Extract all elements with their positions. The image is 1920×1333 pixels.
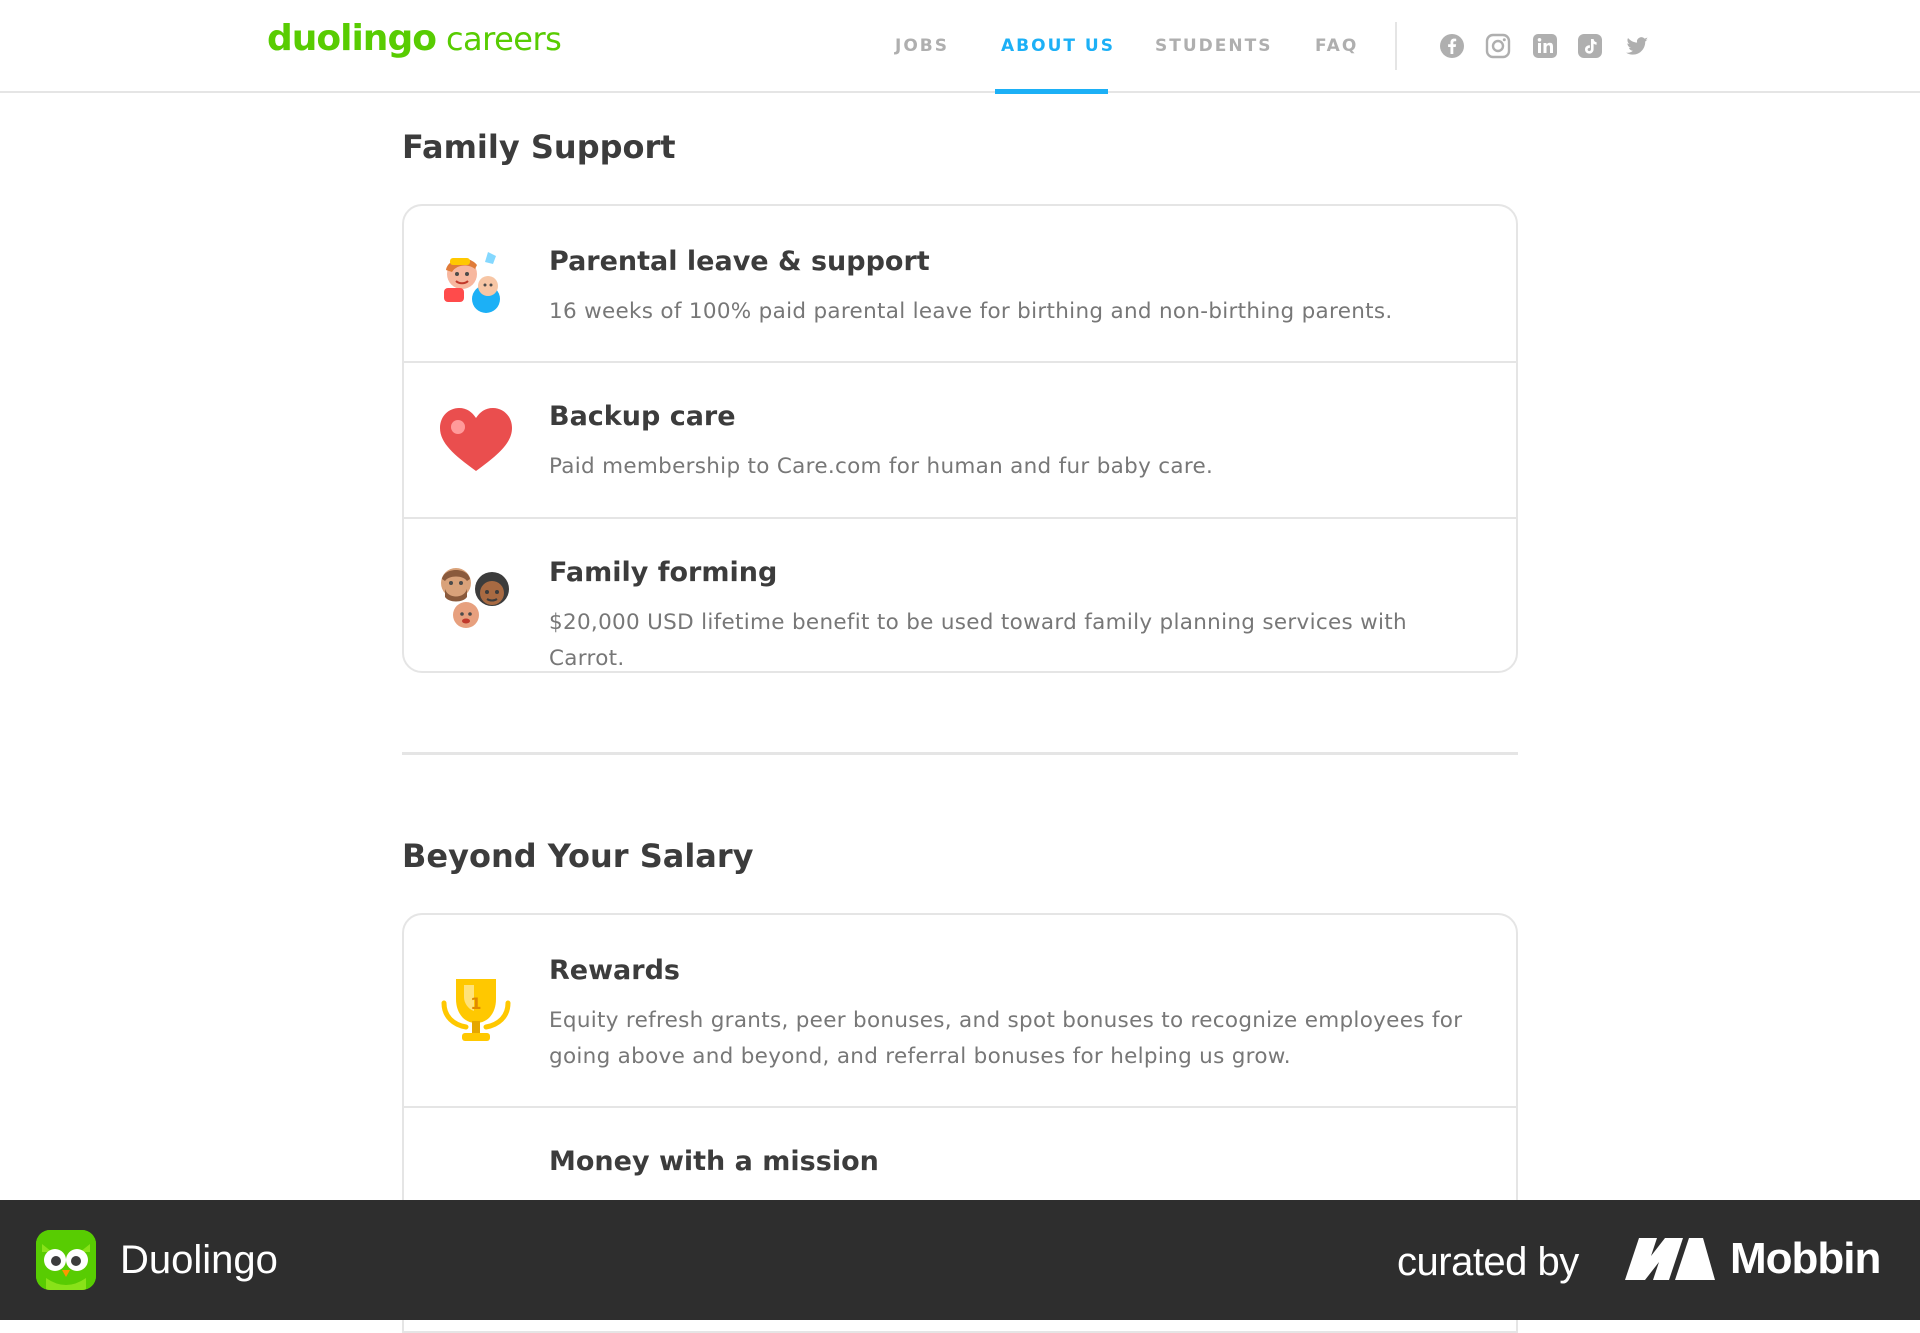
section-divider — [402, 752, 1518, 755]
benefit-title: Parental leave & support — [549, 246, 930, 277]
duolingo-careers-logo[interactable]: duolingo careers — [267, 18, 562, 68]
benefit-description: 16 weeks of 100% paid parental leave for… — [549, 299, 1393, 324]
instagram-icon[interactable] — [1485, 33, 1511, 59]
mobbin-footer-banner: Duolingo curated by Mobbin — [0, 1200, 1920, 1320]
section-title-family-support: Family Support — [402, 128, 676, 166]
twitter-icon[interactable] — [1624, 33, 1650, 59]
benefit-row-rewards: 1 Rewards Equity refresh grants, peer bo… — [404, 915, 1516, 1108]
benefit-title: Backup care — [549, 401, 736, 432]
footer-app-name: Duolingo — [120, 1238, 278, 1282]
benefit-title: Family forming — [549, 557, 778, 588]
benefit-description: Paid membership to Care.com for human an… — [549, 454, 1214, 479]
logo-wordmark: duolingo — [267, 18, 437, 59]
top-navigation-bar: duolingo careers JOBS ABOUT US STUDENTS … — [0, 0, 1920, 94]
benefit-description: Equity refresh grants, peer bonuses, and… — [549, 1008, 1463, 1069]
benefit-row-parental-leave: Parental leave & support 16 weeks of 100… — [404, 206, 1516, 363]
family-with-baby-icon — [436, 244, 516, 324]
nav-jobs[interactable]: JOBS — [895, 36, 949, 56]
logo-careers-label: careers — [445, 20, 562, 58]
svg-text:1: 1 — [470, 994, 481, 1013]
mobbin-logo-icon — [1625, 1238, 1715, 1280]
heart-icon — [436, 401, 516, 481]
benefit-description: $20,000 USD lifetime benefit to be used … — [549, 610, 1407, 671]
nav-faq[interactable]: FAQ — [1315, 36, 1358, 56]
benefit-title: Money with a mission — [549, 1146, 879, 1177]
duolingo-app-icon — [36, 1230, 96, 1290]
active-tab-indicator — [995, 89, 1108, 94]
tiktok-icon[interactable] — [1577, 33, 1603, 59]
family-faces-icon — [436, 559, 516, 639]
benefit-row-family-forming: Family forming $20,000 USD lifetime bene… — [404, 519, 1516, 671]
nav-students[interactable]: STUDENTS — [1155, 36, 1272, 56]
curated-by-label: curated by — [1397, 1240, 1579, 1284]
section-title-beyond-your-salary: Beyond Your Salary — [402, 837, 754, 875]
nav-about-us[interactable]: ABOUT US — [1001, 36, 1115, 56]
benefit-title: Rewards — [549, 955, 680, 986]
family-support-card: Parental leave & support 16 weeks of 100… — [402, 204, 1518, 673]
mobbin-wordmark: Mobbin — [1730, 1234, 1881, 1283]
facebook-icon[interactable] — [1439, 33, 1465, 59]
benefit-row-backup-care: Backup care Paid membership to Care.com … — [404, 363, 1516, 519]
nav-divider — [1395, 22, 1397, 70]
linkedin-icon[interactable] — [1532, 33, 1558, 59]
trophy-icon: 1 — [436, 973, 516, 1053]
